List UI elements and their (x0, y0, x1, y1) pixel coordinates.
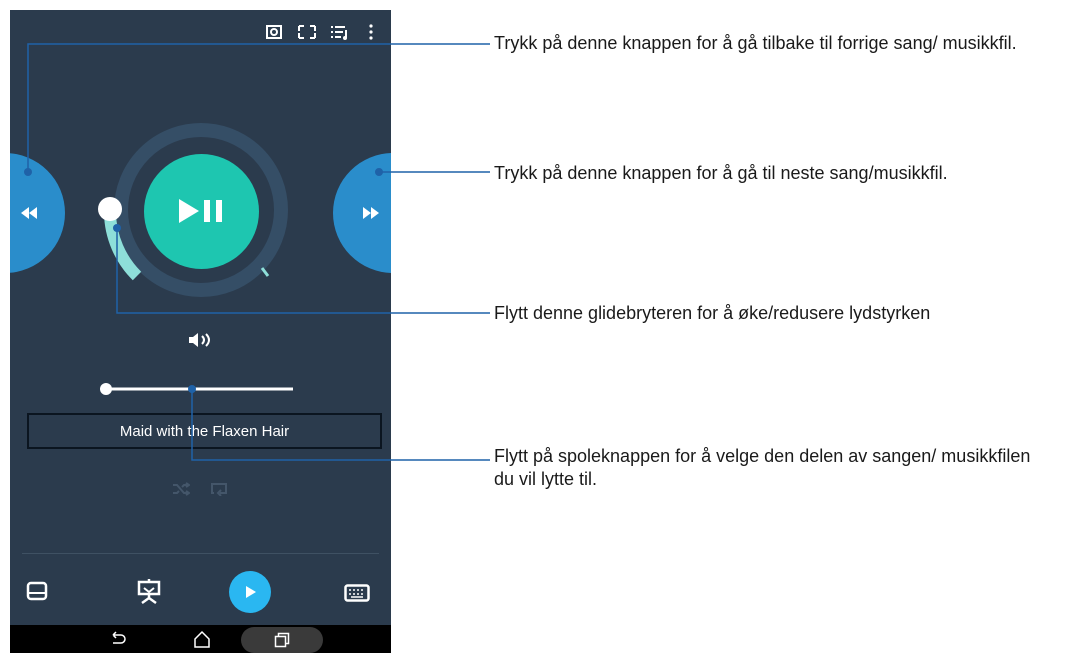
callout-volume-text: Flytt denne glidebryteren for å øke/redu… (494, 303, 931, 323)
callout-lines (24, 43, 490, 461)
callout-prev-text: Trykk på denne knappen for å gå tilbake … (494, 33, 1017, 53)
callout-line-prev (27, 43, 490, 172)
callout-line-volume (116, 228, 490, 314)
callout-next-text: Trykk på denne knappen for å gå til nest… (494, 163, 948, 183)
callout-seek-text: Flytt på spoleknappen for å velge den de… (494, 446, 1031, 489)
callout-line-seek (191, 389, 490, 461)
